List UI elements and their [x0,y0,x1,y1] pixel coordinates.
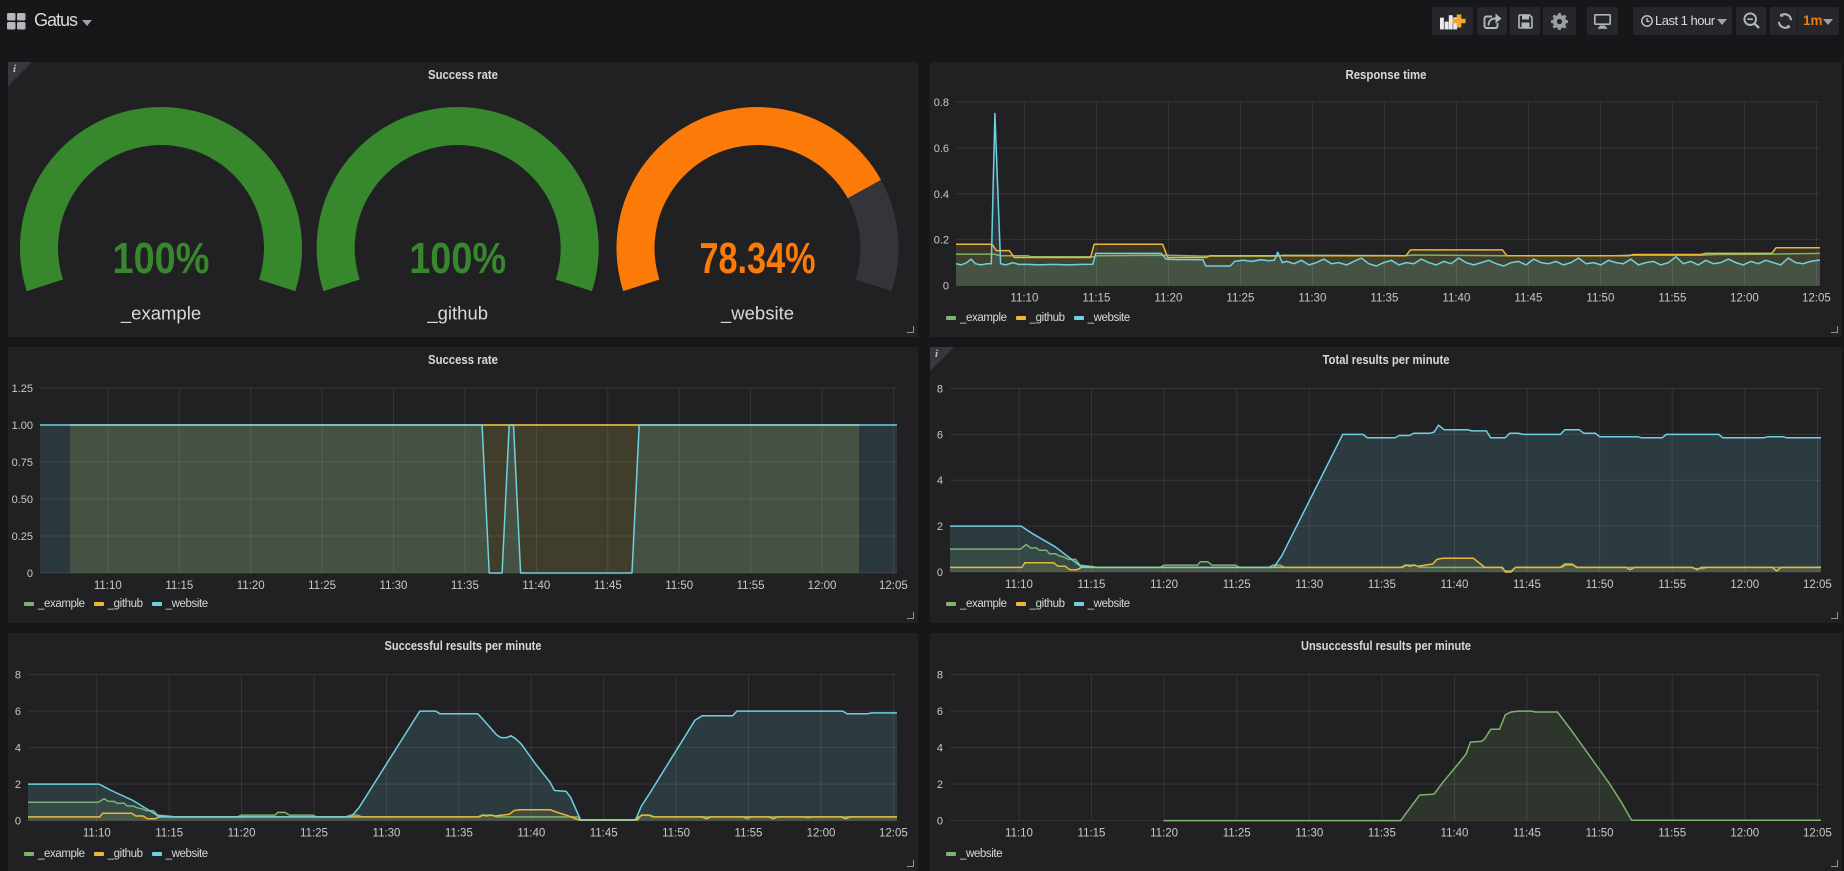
svg-text:8: 8 [937,384,943,396]
svg-text:12:00: 12:00 [1730,579,1759,591]
svg-text:11:25: 11:25 [300,828,328,840]
svg-text:Success rate: Success rate [428,67,498,82]
svg-text:4: 4 [15,743,21,755]
svg-text:Response time: Response time [1346,67,1427,82]
svg-text:11:50: 11:50 [1586,579,1614,591]
svg-text:12:05: 12:05 [1803,828,1832,840]
svg-text:11:35: 11:35 [451,580,479,592]
svg-text:11:20: 11:20 [1150,579,1178,591]
svg-text:2: 2 [15,779,21,791]
svg-text:12:05: 12:05 [879,828,908,840]
svg-text:11:15: 11:15 [155,828,183,840]
svg-text:11:55: 11:55 [1658,828,1686,840]
svg-text:11:45: 11:45 [1514,293,1542,305]
svg-text:_github: _github [426,303,488,325]
svg-text:11:40: 11:40 [522,580,550,592]
svg-text:11:45: 11:45 [590,828,618,840]
svg-text:11:50: 11:50 [662,828,690,840]
svg-text:12:00: 12:00 [1730,293,1759,305]
svg-text:100%: 100% [113,234,210,283]
svg-text:78.34%: 78.34% [700,234,816,283]
svg-text:11:25: 11:25 [308,580,336,592]
svg-text:6: 6 [937,706,943,718]
svg-text:11:30: 11:30 [1295,579,1323,591]
svg-text:11:40: 11:40 [517,828,545,840]
svg-text:11:55: 11:55 [735,828,763,840]
svg-text:11:25: 11:25 [1223,828,1251,840]
svg-text:0: 0 [943,281,949,293]
svg-text:11:35: 11:35 [1368,828,1396,840]
svg-text:11:55: 11:55 [737,580,765,592]
svg-text:11:35: 11:35 [445,828,473,840]
svg-text:11:10: 11:10 [94,580,122,592]
svg-text:12:05: 12:05 [1803,579,1832,591]
svg-text:11:40: 11:40 [1441,579,1469,591]
svg-text:11:20: 11:20 [1150,828,1178,840]
svg-text:11:20: 11:20 [228,828,256,840]
svg-text:11:50: 11:50 [1586,293,1614,305]
svg-text:4: 4 [937,743,943,755]
svg-text:11:15: 11:15 [165,580,193,592]
svg-text:12:05: 12:05 [879,580,908,592]
svg-text:0.2: 0.2 [934,235,949,247]
svg-text:11:10: 11:10 [1005,579,1033,591]
svg-text:11:55: 11:55 [1658,293,1686,305]
svg-text:8: 8 [937,670,943,682]
svg-text:11:15: 11:15 [1078,828,1106,840]
svg-text:0.8: 0.8 [934,97,949,109]
svg-text:11:35: 11:35 [1370,293,1398,305]
svg-text:11:45: 11:45 [1513,579,1541,591]
svg-text:0.75: 0.75 [12,457,33,469]
svg-text:2: 2 [937,521,943,533]
svg-text:12:05: 12:05 [1802,293,1831,305]
svg-text:11:20: 11:20 [237,580,265,592]
svg-text:1.25: 1.25 [12,383,33,395]
svg-text:Successful results per minute: Successful results per minute [385,638,542,653]
svg-text:12:00: 12:00 [807,828,836,840]
svg-text:11:55: 11:55 [1658,579,1686,591]
svg-text:11:45: 11:45 [594,580,622,592]
svg-text:2: 2 [937,779,943,791]
svg-text:11:40: 11:40 [1441,828,1469,840]
svg-text:0.25: 0.25 [12,531,33,543]
svg-text:100%: 100% [409,234,506,283]
svg-text:11:35: 11:35 [1368,579,1396,591]
svg-text:11:10: 11:10 [83,828,111,840]
svg-text:11:25: 11:25 [1226,293,1254,305]
svg-text:0.50: 0.50 [12,494,33,506]
svg-text:0.6: 0.6 [934,143,949,155]
svg-text:11:10: 11:10 [1005,828,1033,840]
svg-text:11:15: 11:15 [1078,579,1106,591]
svg-text:0: 0 [937,567,943,579]
svg-text:8: 8 [15,670,21,682]
svg-text:11:10: 11:10 [1010,293,1038,305]
svg-text:11:15: 11:15 [1082,293,1110,305]
svg-text:Success rate: Success rate [428,352,498,367]
svg-text:11:30: 11:30 [1298,293,1326,305]
svg-text:0: 0 [27,568,33,580]
svg-text:Unsuccessful results per minut: Unsuccessful results per minute [1301,638,1471,653]
svg-text:0: 0 [15,816,21,828]
svg-text:4: 4 [937,475,943,487]
svg-text:1.00: 1.00 [12,420,33,432]
svg-text:11:45: 11:45 [1513,828,1541,840]
svg-text:12:00: 12:00 [1730,828,1759,840]
svg-text:11:50: 11:50 [1586,828,1614,840]
svg-text:_website: _website [720,303,794,325]
svg-text:12:00: 12:00 [808,580,837,592]
svg-text:11:20: 11:20 [1154,293,1182,305]
svg-text:_example: _example [120,303,201,325]
svg-text:0: 0 [937,816,943,828]
svg-text:6: 6 [937,429,943,441]
svg-text:11:30: 11:30 [1295,828,1323,840]
svg-text:0.4: 0.4 [934,189,949,201]
svg-text:6: 6 [15,706,21,718]
svg-text:11:50: 11:50 [665,580,693,592]
svg-text:11:30: 11:30 [373,828,401,840]
svg-text:11:25: 11:25 [1223,579,1251,591]
svg-text:Total results per minute: Total results per minute [1323,352,1450,367]
svg-text:11:40: 11:40 [1442,293,1470,305]
svg-text:11:30: 11:30 [380,580,408,592]
